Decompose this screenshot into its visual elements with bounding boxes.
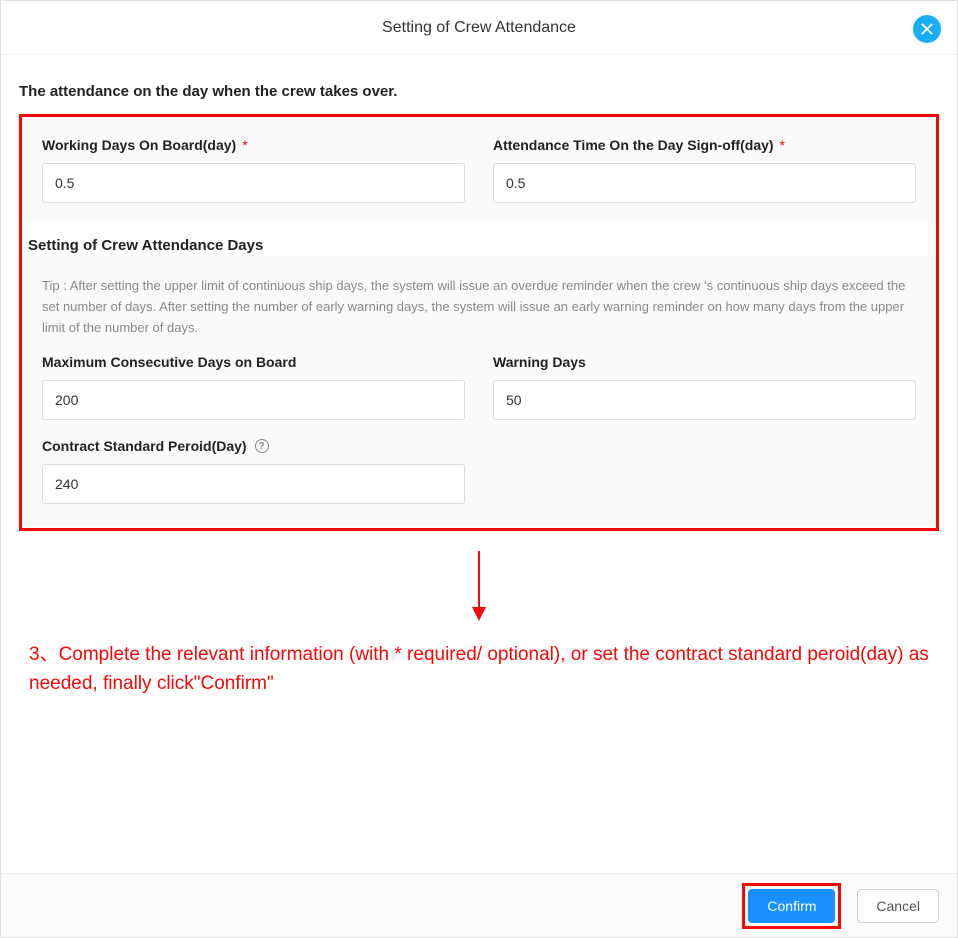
- max-consecutive-label: Maximum Consecutive Days on Board: [42, 354, 465, 370]
- required-mark: *: [242, 137, 247, 153]
- working-days-label: Working Days On Board(day) *: [42, 137, 465, 153]
- warning-days-input[interactable]: [493, 380, 916, 420]
- required-mark: *: [780, 137, 785, 153]
- section-takeover-title: The attendance on the day when the crew …: [19, 83, 939, 100]
- label-text: Contract Standard Peroid(Day): [42, 438, 247, 454]
- contract-period-label: Contract Standard Peroid(Day) ?: [42, 438, 465, 454]
- confirm-button[interactable]: Confirm: [748, 889, 835, 923]
- dialog-body: The attendance on the day when the crew …: [1, 55, 957, 873]
- annotation-instruction: 3、Complete the relevant information (wit…: [29, 641, 929, 698]
- arrow-down-icon: [467, 551, 491, 621]
- cancel-button[interactable]: Cancel: [857, 889, 939, 923]
- annotation-confirm-highlight: Confirm: [742, 883, 841, 929]
- label-text: Maximum Consecutive Days on Board: [42, 354, 296, 370]
- attendance-days-panel: Tip : After setting the upper limit of c…: [24, 256, 934, 526]
- tip-text: Tip : After setting the upper limit of c…: [42, 276, 916, 338]
- takeover-panel: Working Days On Board(day) * Attendance …: [24, 119, 934, 223]
- label-text: Working Days On Board(day): [42, 137, 236, 153]
- max-consecutive-input[interactable]: [42, 380, 465, 420]
- label-text: Attendance Time On the Day Sign-off(day): [493, 137, 774, 153]
- close-button[interactable]: [913, 15, 941, 43]
- close-icon: [920, 22, 934, 36]
- label-text: Warning Days: [493, 354, 586, 370]
- contract-period-input[interactable]: [42, 464, 465, 504]
- warning-days-label: Warning Days: [493, 354, 916, 370]
- working-days-input[interactable]: [42, 163, 465, 203]
- help-icon[interactable]: ?: [255, 439, 269, 453]
- dialog-title: Setting of Crew Attendance: [382, 19, 576, 37]
- dialog-header: Setting of Crew Attendance: [1, 1, 957, 55]
- annotation-arrow: [19, 551, 939, 621]
- signoff-attendance-input[interactable]: [493, 163, 916, 203]
- signoff-attendance-label: Attendance Time On the Day Sign-off(day)…: [493, 137, 916, 153]
- annotation-highlight-box: Working Days On Board(day) * Attendance …: [19, 114, 939, 531]
- section-days-title: Setting of Crew Attendance Days: [24, 237, 934, 254]
- dialog-footer: Confirm Cancel: [1, 873, 957, 937]
- settings-dialog: Setting of Crew Attendance The attendanc…: [0, 0, 958, 938]
